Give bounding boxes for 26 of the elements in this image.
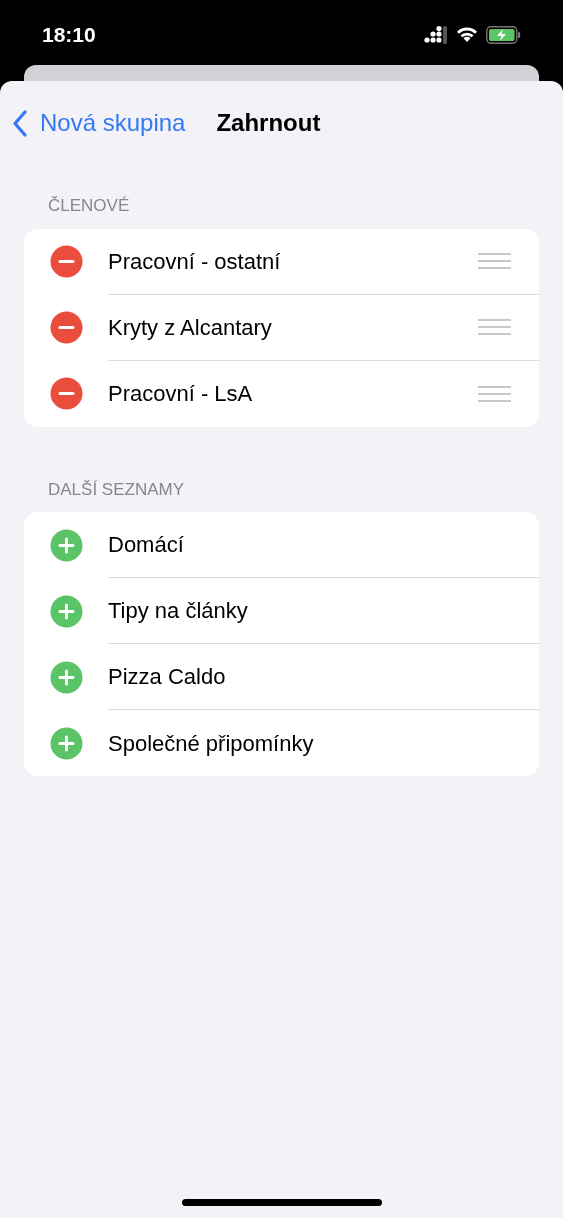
section-header: DALŠÍ SEZNAMY: [47, 478, 186, 501]
reorder-handle-icon[interactable]: [478, 319, 511, 335]
screen-title: Zahrnout: [216, 108, 321, 138]
back-chevron-icon: [12, 109, 28, 137]
remove-icon[interactable]: [50, 245, 83, 278]
battery-icon: [486, 25, 521, 44]
list-name: Pracovní - ostatní: [108, 247, 282, 276]
list-name: Pizza Caldo: [108, 663, 227, 691]
list-name: Domácí: [108, 531, 185, 559]
remove-icon[interactable]: [50, 377, 83, 410]
remove-icon[interactable]: [50, 311, 83, 344]
signal-icon: [424, 25, 448, 44]
reorder-handle-icon[interactable]: [478, 253, 511, 269]
list-name: Kryty z Alcantary: [108, 313, 273, 342]
list-name: Společné připomínky: [108, 729, 315, 758]
add-icon[interactable]: [50, 726, 83, 760]
add-icon[interactable]: [50, 660, 83, 694]
reorder-handle-icon[interactable]: [478, 385, 511, 402]
status-time: 18:10: [42, 21, 96, 48]
list-name: Pracovní - LsA: [108, 380, 254, 408]
list-name: Tipy na články: [108, 597, 249, 625]
add-icon[interactable]: [50, 528, 83, 562]
add-icon[interactable]: [50, 594, 83, 628]
section-header: ČLENOVÉ: [47, 195, 131, 217]
wifi-icon: [456, 26, 478, 43]
back-button[interactable]: Nová skupina: [12, 105, 186, 141]
